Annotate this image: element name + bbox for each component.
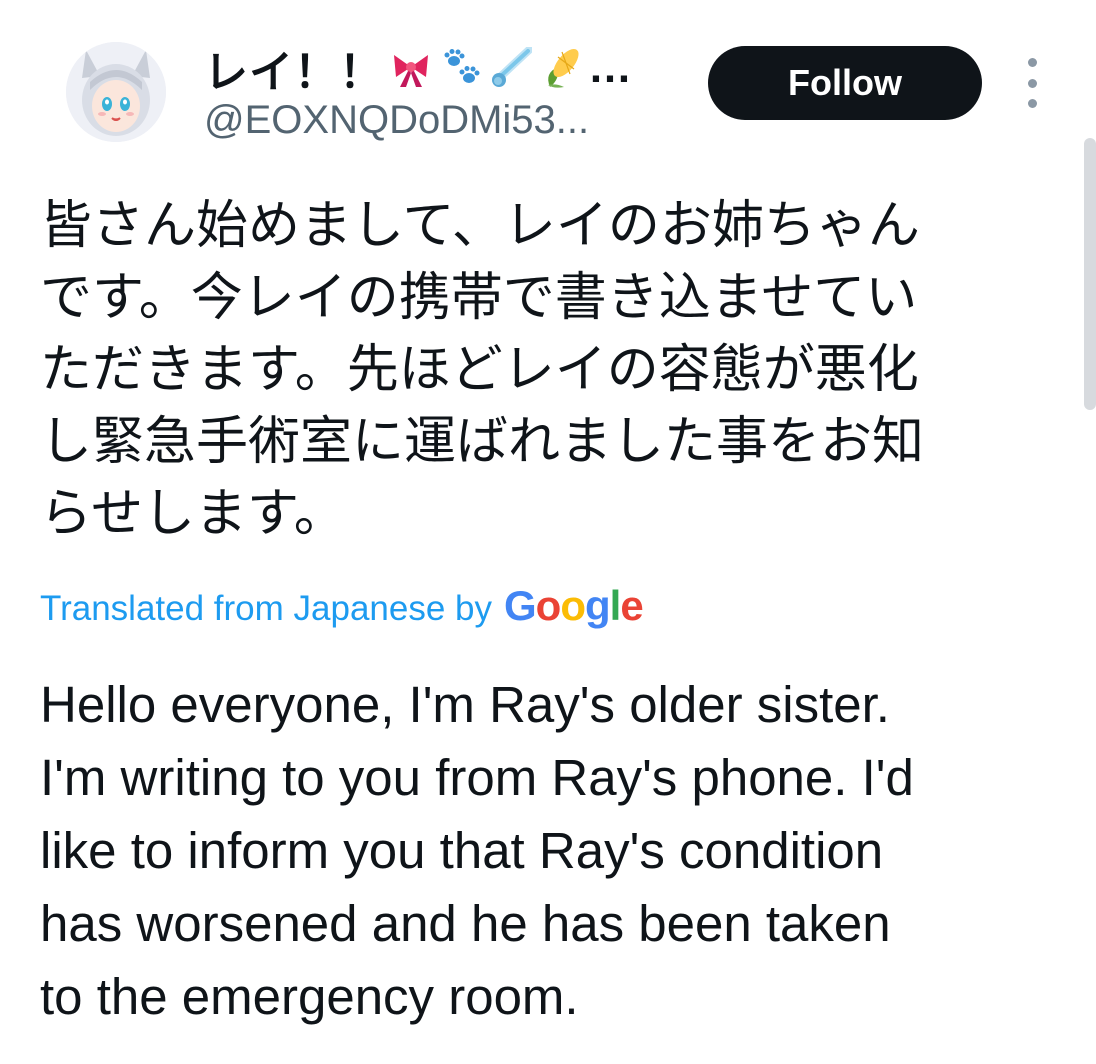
ribbon-icon <box>388 45 434 91</box>
paw-prints-icon <box>438 45 484 91</box>
follow-button[interactable]: Follow <box>708 46 982 120</box>
post-translated-text: Hello everyone, I'm Ray's older sister. … <box>40 676 914 1025</box>
translation-attribution[interactable]: Translated from Japanese by Google <box>40 582 644 630</box>
post-original-text: 皆さん始めまして、レイのお姉ちゃん です。今レイの携帯で書き込ませてい ただきま… <box>40 196 925 544</box>
more-vertical-icon[interactable] <box>1014 58 1050 108</box>
corn-icon <box>538 45 584 91</box>
comet-icon <box>488 45 534 91</box>
post-header: レイ！！ … @EOXNQDoDMi53... Follow <box>0 0 1096 170</box>
display-name[interactable]: レイ！！ … <box>204 40 633 97</box>
avatar-image <box>66 42 166 142</box>
user-handle[interactable]: @EOXNQDoDMi53... <box>204 98 589 143</box>
more-dot <box>1027 58 1037 67</box>
display-name-text: レイ！！ <box>204 48 384 97</box>
avatar[interactable] <box>66 42 166 142</box>
google-logo: Google <box>504 582 644 630</box>
google-wordmark: Google <box>504 582 644 629</box>
more-dot <box>1027 99 1037 108</box>
name-truncation: … <box>588 43 633 92</box>
scrollbar[interactable] <box>1084 138 1096 410</box>
translation-label: Translated from Japanese by <box>40 589 492 628</box>
more-dot <box>1027 78 1037 88</box>
